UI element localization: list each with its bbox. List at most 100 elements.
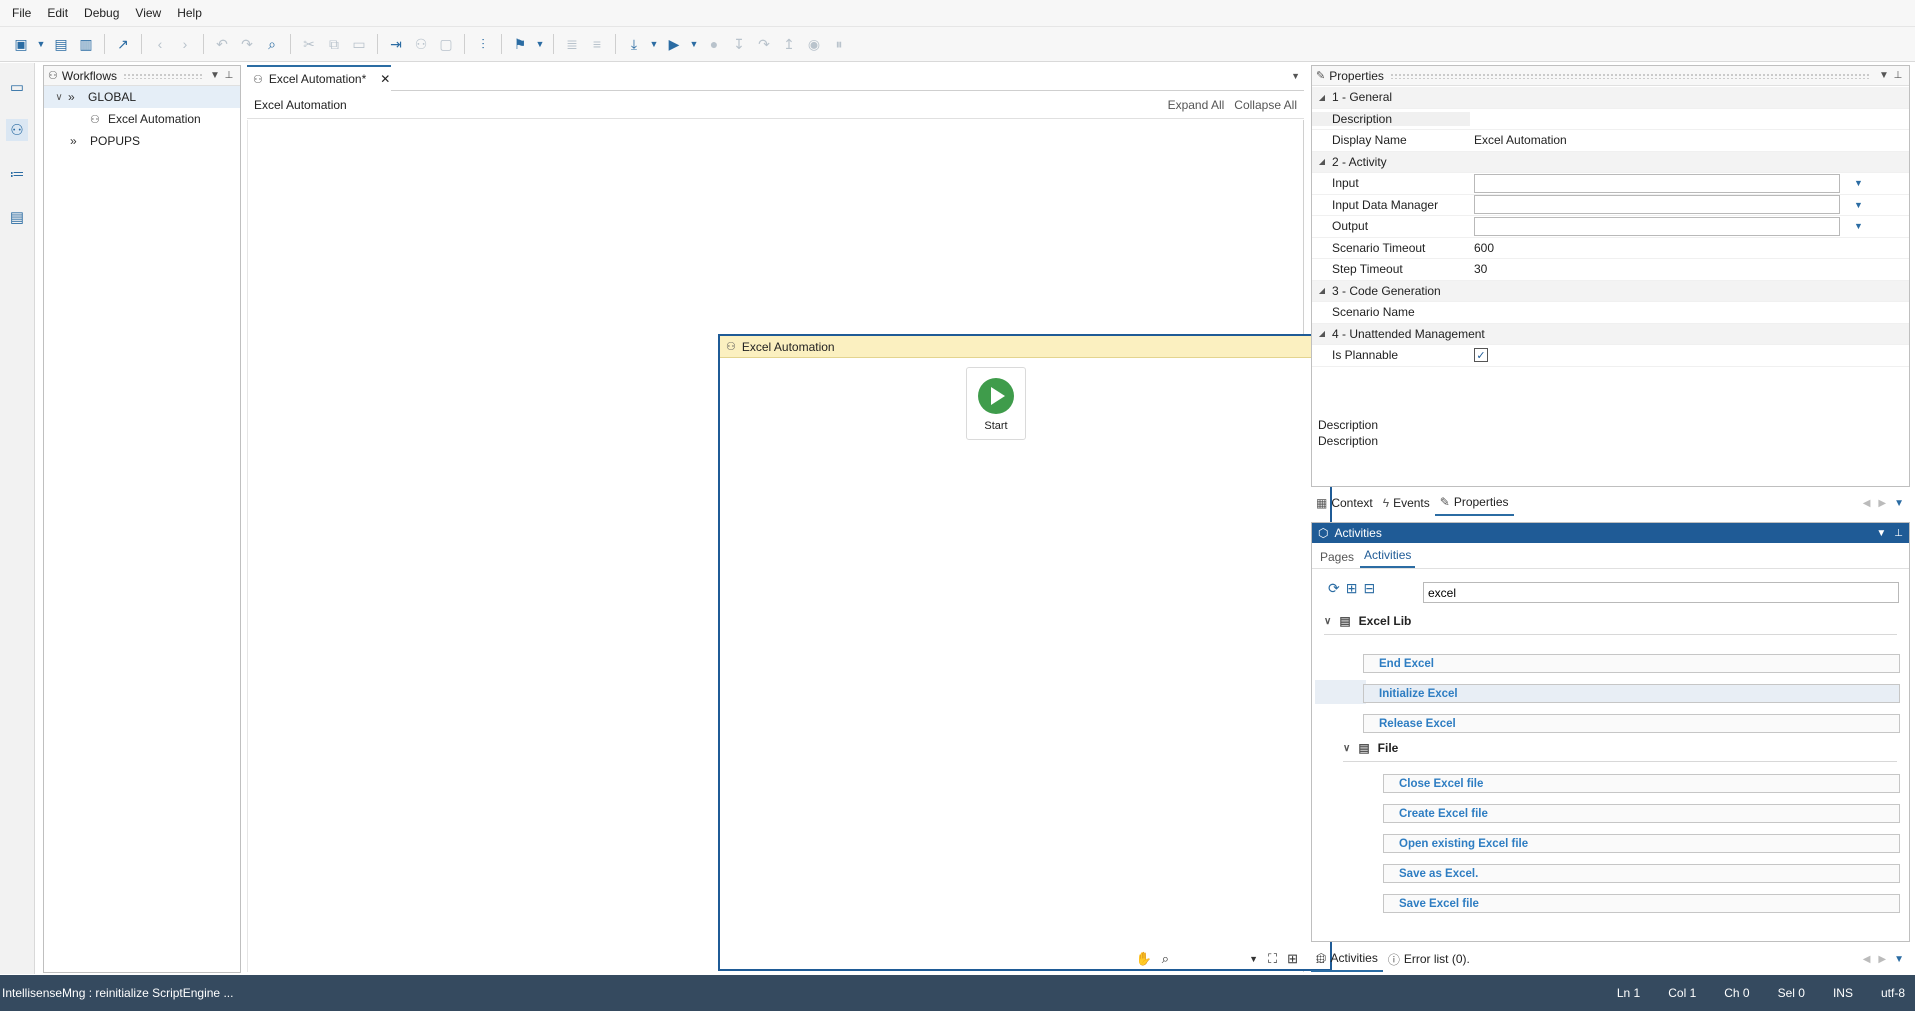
prop-value[interactable]: 600: [1470, 241, 1909, 255]
chevron-left-icon[interactable]: ◀: [1863, 498, 1871, 509]
chevron-down-icon[interactable]: ▼: [1894, 498, 1904, 509]
prop-row-description[interactable]: Description: [1312, 109, 1909, 130]
input-field[interactable]: [1474, 173, 1840, 193]
activities-search-input[interactable]: [1423, 582, 1899, 603]
prop-row-input[interactable]: Input ▼: [1312, 173, 1909, 195]
tab-properties[interactable]: ✎ Properties: [1434, 490, 1514, 516]
steps-icon[interactable]: ≔: [6, 163, 28, 185]
collapse-all-link[interactable]: Collapse All: [1234, 98, 1297, 112]
prop-row-is-plannable[interactable]: Is Plannable ✓: [1312, 345, 1909, 367]
redo-icon[interactable]: ↷: [236, 33, 258, 55]
new-file-icon[interactable]: ▣: [10, 33, 32, 55]
back-icon[interactable]: ‹: [149, 33, 171, 55]
subtab-pages[interactable]: Pages: [1316, 550, 1358, 568]
chevron-down-icon[interactable]: ▼: [1854, 221, 1863, 231]
subtab-activities[interactable]: Activities: [1360, 548, 1416, 568]
pause-icon[interactable]: ⏸: [828, 33, 850, 55]
prop-row-output[interactable]: Output ▼: [1312, 216, 1909, 238]
activity-open-existing-excel-file[interactable]: Open existing Excel file: [1383, 834, 1900, 853]
prop-row-step-timeout[interactable]: Step Timeout 30: [1312, 259, 1909, 281]
activity-initialize-excel[interactable]: Initialize Excel: [1363, 684, 1900, 703]
collapse-triangle-icon[interactable]: ◢: [1312, 157, 1332, 166]
prop-row-display-name[interactable]: Display Name Excel Automation: [1312, 130, 1909, 152]
tree-item-global[interactable]: ∨ » GLOBAL: [44, 86, 240, 108]
expand-all-link[interactable]: Expand All: [1168, 98, 1225, 112]
activity-end-excel[interactable]: End Excel: [1363, 654, 1900, 673]
drag-grip[interactable]: [1389, 72, 1871, 79]
hand-icon[interactable]: ✋: [1136, 951, 1152, 967]
sequence-header[interactable]: ⚇ Excel Automation: [720, 336, 1330, 358]
chevron-down-icon[interactable]: ∨: [1324, 616, 1331, 627]
tab-context[interactable]: ▦ Context: [1311, 490, 1378, 516]
activity-close-excel-file[interactable]: Close Excel file: [1383, 774, 1900, 793]
step-into-icon[interactable]: ↧: [728, 33, 750, 55]
step-over-icon[interactable]: ↷: [753, 33, 775, 55]
activity-save-as-excel[interactable]: Save as Excel.: [1383, 864, 1900, 883]
copy-icon[interactable]: ⧉: [323, 33, 345, 55]
pin-icon[interactable]: ⊥: [1891, 70, 1905, 81]
fit-to-screen-icon[interactable]: ⛶: [1268, 951, 1277, 967]
save-icon[interactable]: ▤: [50, 33, 72, 55]
find-icon[interactable]: ⌕: [261, 33, 283, 55]
drag-grip[interactable]: [123, 72, 202, 79]
save-all-icon[interactable]: ▥: [75, 33, 97, 55]
pin-icon[interactable]: ⊥: [1894, 528, 1903, 539]
align-right-icon[interactable]: ≡: [586, 33, 608, 55]
tab-activities[interactable]: ⬡ Activities: [1311, 946, 1383, 972]
bookmark-icon[interactable]: ⚑: [509, 33, 531, 55]
chevron-down-icon[interactable]: ▼: [1291, 71, 1300, 81]
chevron-down-icon[interactable]: ▼: [1854, 178, 1863, 188]
refresh-icon[interactable]: ⟳: [1328, 580, 1340, 597]
run-icon[interactable]: ▶: [663, 33, 685, 55]
menu-debug[interactable]: Debug: [76, 6, 127, 20]
screens-icon[interactable]: ▭: [6, 76, 28, 98]
menu-file[interactable]: File: [4, 6, 39, 20]
export-icon[interactable]: ↗: [112, 33, 134, 55]
workflow-icon[interactable]: ⚇: [6, 119, 28, 141]
chevron-down-icon[interactable]: ▼: [35, 33, 47, 55]
overview-icon[interactable]: ⊞: [1287, 951, 1298, 967]
category-code-generation[interactable]: ◢ 3 - Code Generation: [1312, 280, 1909, 302]
tree-item-popups[interactable]: » POPUPS: [44, 130, 240, 152]
cut-icon[interactable]: ✂: [298, 33, 320, 55]
chevron-down-icon[interactable]: ▼: [1876, 528, 1886, 539]
chevron-down-icon[interactable]: ▼: [1249, 954, 1258, 964]
close-icon[interactable]: ✕: [380, 72, 390, 86]
group-excel-lib[interactable]: ∨ ▤ Excel Lib: [1324, 614, 1411, 628]
menu-view[interactable]: View: [127, 6, 169, 20]
chevron-right-icon[interactable]: ▶: [1878, 954, 1886, 965]
paste-icon[interactable]: ▭: [348, 33, 370, 55]
zoom-icon[interactable]: ⌕: [1162, 951, 1169, 967]
comment-icon[interactable]: ▢: [435, 33, 457, 55]
prop-row-scenario-timeout[interactable]: Scenario Timeout 600: [1312, 238, 1909, 259]
collapse-triangle-icon[interactable]: ◢: [1312, 286, 1332, 295]
align-left-icon[interactable]: ≣: [561, 33, 583, 55]
chevron-left-icon[interactable]: ◀: [1863, 954, 1871, 965]
collapse-triangle-icon[interactable]: ◢: [1312, 93, 1332, 102]
collapse-icon[interactable]: ⊟: [1363, 580, 1375, 597]
tab-error-list[interactable]: ⓘ Error list (0).: [1383, 946, 1475, 972]
forward-icon[interactable]: ›: [174, 33, 196, 55]
menu-edit[interactable]: Edit: [39, 6, 76, 20]
activity-save-excel-file[interactable]: Save Excel file: [1383, 894, 1900, 913]
is-plannable-checkbox[interactable]: ✓: [1474, 348, 1488, 363]
chevron-down-icon[interactable]: ∨: [50, 92, 68, 103]
menu-help[interactable]: Help: [169, 6, 210, 20]
output-field[interactable]: [1474, 216, 1840, 236]
collapse-triangle-icon[interactable]: ◢: [1312, 329, 1332, 338]
pages-icon[interactable]: ▤: [6, 206, 28, 228]
build-icon[interactable]: ⤓: [623, 33, 645, 55]
prop-row-scenario-name[interactable]: Scenario Name: [1312, 302, 1909, 324]
group-file[interactable]: ∨ ▤ File: [1343, 741, 1398, 755]
undo-icon[interactable]: ↶: [211, 33, 233, 55]
prop-value[interactable]: 30: [1470, 262, 1909, 276]
tab-events[interactable]: ϟ Events: [1378, 490, 1435, 516]
settings-sliders-icon[interactable]: ⫶: [472, 33, 494, 55]
chevron-down-icon[interactable]: ▼: [688, 33, 700, 55]
category-activity[interactable]: ◢ 2 - Activity: [1312, 151, 1909, 173]
stop-icon[interactable]: ◉: [803, 33, 825, 55]
category-unattended[interactable]: ◢ 4 - Unattended Management: [1312, 323, 1909, 345]
pin-icon[interactable]: ⊥: [222, 70, 236, 81]
prop-row-input-data-manager[interactable]: Input Data Manager ▼: [1312, 195, 1909, 216]
component-icon[interactable]: ⚇: [410, 33, 432, 55]
